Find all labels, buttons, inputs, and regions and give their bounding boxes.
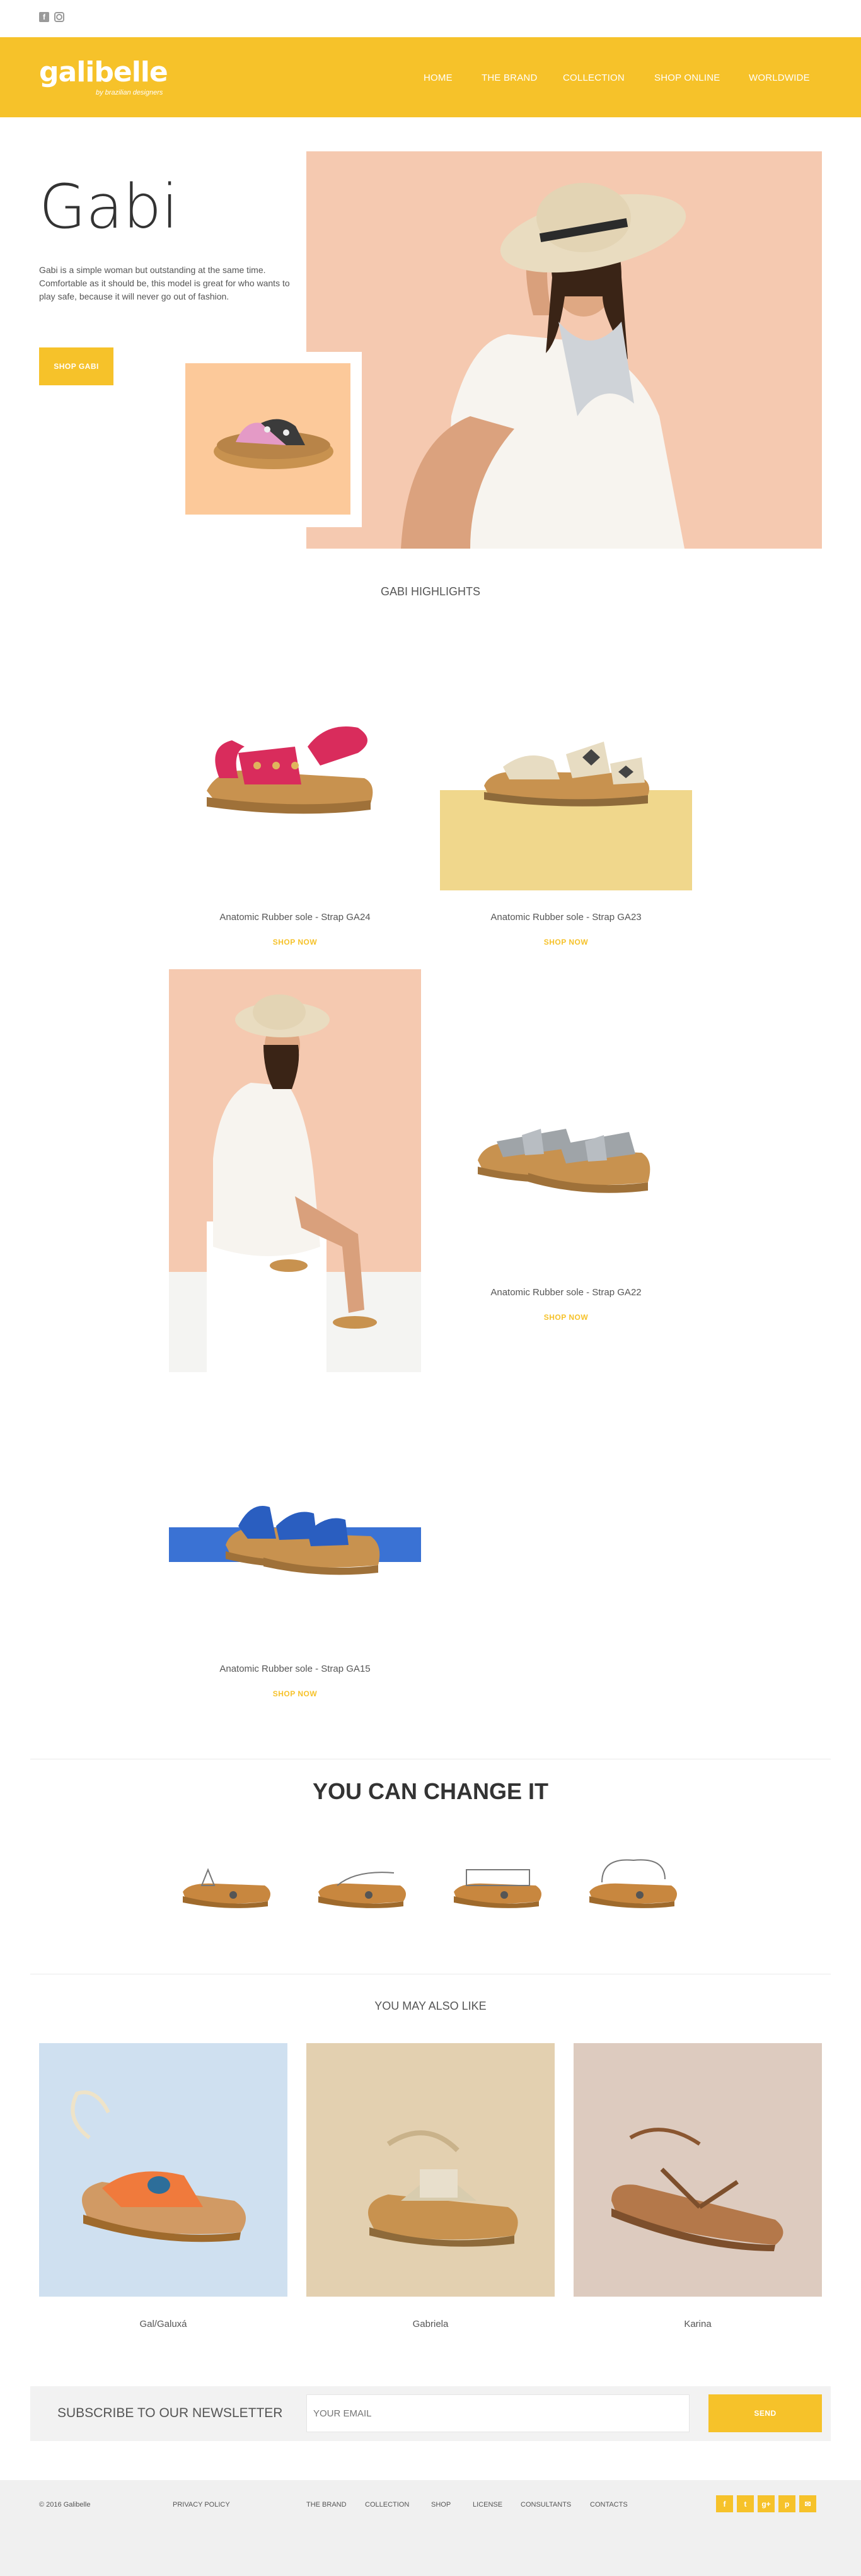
facebook-icon[interactable]: f [39, 12, 49, 22]
also-like-title: YOU MAY ALSO LIKE [374, 2000, 487, 2012]
shop-now-ga23[interactable]: SHOP NOW [440, 938, 692, 947]
brand-logo[interactable]: galibelle [39, 59, 168, 86]
shop-gabi-button[interactable]: SHOP GABI [39, 347, 113, 385]
google-plus-icon[interactable]: g+ [758, 2495, 775, 2512]
also-like-name-3: Karina [684, 2319, 712, 2329]
also-like-card-2[interactable] [306, 2043, 555, 2297]
product-image-ga15[interactable] [169, 1469, 421, 1595]
brand-tagline: by brazilian designers [96, 89, 163, 96]
nav-collection[interactable]: COLLECTION [563, 73, 632, 83]
hero-title: Gabi [39, 172, 178, 242]
strap-variant-1[interactable] [176, 1845, 277, 1914]
newsletter-send-button[interactable]: SEND [708, 2394, 822, 2432]
footer-link-license[interactable]: LICENSE [473, 2501, 502, 2509]
newsletter-label: SUBSCRIBE TO OUR NEWSLETTER [57, 2406, 283, 2420]
nav-the-brand[interactable]: THE BRAND [482, 73, 551, 83]
newsletter-email-input[interactable] [306, 2394, 690, 2432]
highlights-title: GABI HIGHLIGHTS [380, 585, 481, 598]
footer-social-icons: f t g+ p ✉ [716, 2495, 816, 2512]
also-like-name-2: Gabriela [412, 2319, 449, 2329]
product-image-ga23[interactable] [440, 704, 692, 824]
pinterest-icon[interactable]: p [778, 2495, 795, 2512]
product-label-ga15: Anatomic Rubber sole - Strap GA15 [219, 1664, 371, 1674]
instagram-icon[interactable] [54, 12, 64, 22]
privacy-policy-link[interactable]: PRIVACY POLICY [173, 2501, 230, 2509]
copyright-text: © 2016 Galibelle [39, 2501, 91, 2509]
social-top-bar: f [39, 12, 64, 22]
also-like-card-3[interactable] [574, 2043, 822, 2297]
footer-link-consultants[interactable]: CONSULTANTS [521, 2501, 571, 2509]
nav-home[interactable]: HOME [424, 73, 453, 83]
facebook-icon[interactable]: f [716, 2495, 733, 2512]
product-label-ga23: Anatomic Rubber sole - Strap GA23 [490, 912, 642, 923]
nav-worldwide[interactable]: WORLDWIDE [749, 73, 818, 83]
hero-model-image [306, 151, 822, 549]
product-label-ga24: Anatomic Rubber sole - Strap GA24 [219, 912, 371, 923]
twitter-icon[interactable]: t [737, 2495, 754, 2512]
site-footer [0, 2480, 861, 2576]
strap-variant-2[interactable] [312, 1845, 413, 1914]
shop-now-ga24[interactable]: SHOP NOW [169, 938, 421, 947]
footer-link-contacts[interactable]: CONTACTS [590, 2501, 628, 2509]
product-label-ga22: Anatomic Rubber sole - Strap GA22 [490, 1287, 642, 1298]
nav-shop-online[interactable]: SHOP ONLINE [654, 73, 730, 83]
footer-link-the-brand[interactable]: THE BRAND [306, 2501, 347, 2509]
shop-now-ga15[interactable]: SHOP NOW [169, 1689, 421, 1698]
strap-variant-3[interactable] [448, 1845, 548, 1914]
footer-link-shop[interactable]: SHOP [431, 2501, 451, 2509]
also-like-name-1: Gal/Galuxá [139, 2319, 187, 2329]
hero-description: Gabi is a simple woman but outstanding a… [39, 265, 290, 301]
strap-variant-4[interactable] [583, 1845, 684, 1914]
hero-sandal-image [185, 363, 350, 515]
change-title: YOU CAN CHANGE IT [312, 1778, 548, 1804]
footer-link-collection[interactable]: COLLECTION [365, 2501, 409, 2509]
model-sitting-image [169, 969, 421, 1372]
also-like-card-1[interactable] [39, 2043, 287, 2297]
email-icon[interactable]: ✉ [799, 2495, 816, 2512]
product-image-ga24[interactable] [169, 684, 421, 842]
product-image-ga22[interactable] [440, 1072, 692, 1223]
shop-now-ga22[interactable]: SHOP NOW [440, 1313, 692, 1322]
